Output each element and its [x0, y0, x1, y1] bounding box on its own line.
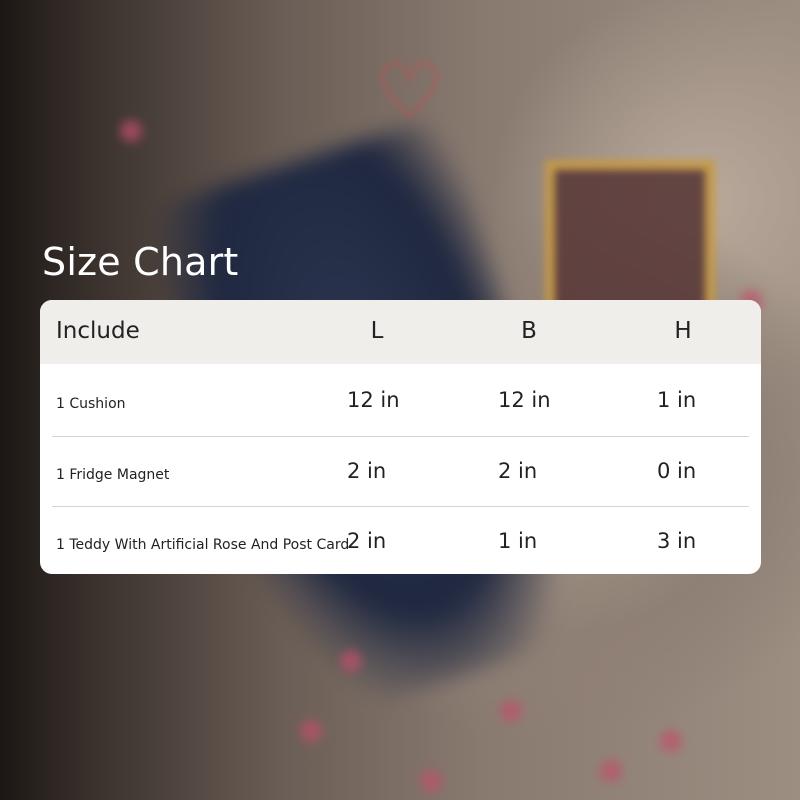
item-name: 1 Teddy With Artificial Rose And Post Ca… [56, 537, 350, 553]
table-row: 1 Teddy With Artificial Rose And Post Ca… [40, 507, 761, 574]
item-length: 2 in [347, 459, 387, 483]
item-name: 1 Cushion [56, 396, 126, 412]
item-length: 12 in [347, 388, 400, 412]
item-name: 1 Fridge Magnet [56, 467, 170, 483]
page-title: Size Chart [42, 240, 239, 284]
item-breadth: 12 in [498, 388, 551, 412]
header-include: Include [56, 318, 140, 344]
item-breadth: 1 in [498, 529, 538, 553]
item-height: 0 in [657, 459, 697, 483]
table-row: 1 Cushion 12 in 12 in 1 in [40, 366, 761, 436]
background-heart-icon: ♡ [374, 48, 445, 138]
item-breadth: 2 in [498, 459, 538, 483]
item-height: 3 in [657, 529, 697, 553]
item-length: 2 in [347, 529, 387, 553]
item-height: 1 in [657, 388, 697, 412]
size-chart-table: Include L B H 1 Cushion 12 in 12 in 1 in… [40, 300, 761, 574]
header-length: L [370, 318, 384, 344]
header-breadth: B [521, 318, 537, 344]
table-row: 1 Fridge Magnet 2 in 2 in 0 in [40, 437, 761, 507]
table-header: Include L B H [40, 300, 761, 364]
header-height: H [674, 318, 692, 344]
